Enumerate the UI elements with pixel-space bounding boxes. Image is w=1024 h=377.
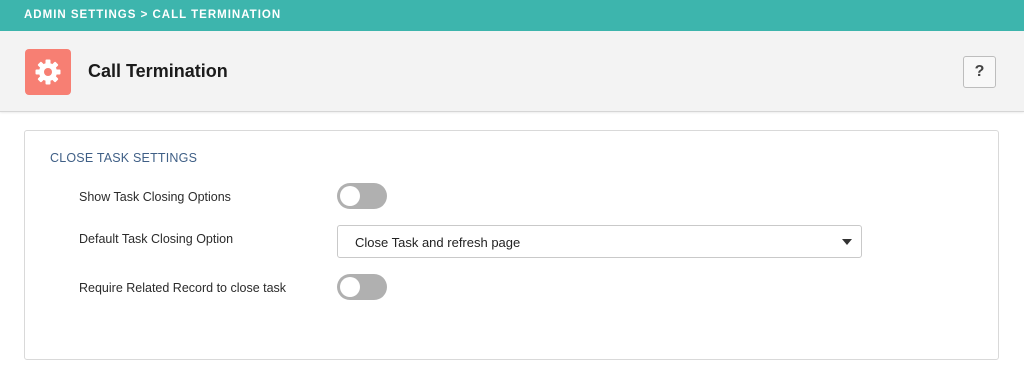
- require-related-record-toggle[interactable]: [337, 274, 387, 300]
- default-task-closing-option-select[interactable]: Close Task and refresh page: [337, 225, 862, 258]
- show-task-closing-options-toggle[interactable]: [337, 183, 387, 209]
- gear-icon: [25, 49, 71, 95]
- breadcrumb: ADMIN SETTINGS > CALL TERMINATION: [0, 0, 1024, 31]
- show-task-closing-options-label: Show Task Closing Options: [79, 190, 231, 204]
- section-title: CLOSE TASK SETTINGS: [50, 151, 198, 165]
- page-title: Call Termination: [88, 61, 228, 81]
- help-button[interactable]: ?: [963, 56, 996, 88]
- page-header: Call Termination ?: [0, 31, 1024, 112]
- toggle-knob: [340, 277, 360, 297]
- toggle-knob: [340, 186, 360, 206]
- default-task-closing-option-label: Default Task Closing Option: [79, 232, 234, 246]
- select-value: Close Task and refresh page: [355, 235, 521, 250]
- chevron-down-icon: [842, 239, 852, 245]
- require-related-record-label: Require Related Record to close task: [79, 281, 287, 295]
- close-task-settings-panel: CLOSE TASK SETTINGS Show Task Closing Op…: [24, 130, 999, 360]
